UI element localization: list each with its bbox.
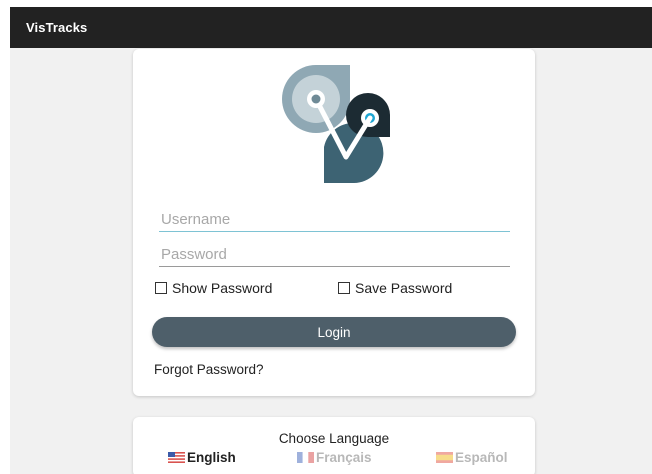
checkbox-icon xyxy=(155,282,167,294)
save-password-checkbox[interactable]: Save Password xyxy=(338,280,452,296)
login-button[interactable]: Login xyxy=(152,317,516,347)
language-option-spanish[interactable]: Español xyxy=(436,450,508,465)
password-input[interactable] xyxy=(159,243,510,267)
app-bar: VisTracks xyxy=(10,7,652,48)
language-label: Español xyxy=(455,450,508,465)
save-password-label: Save Password xyxy=(355,280,453,296)
forgot-password-link[interactable]: Forgot Password? xyxy=(154,362,264,377)
es-flag-icon xyxy=(436,452,453,463)
login-card: Show Password Save Password Login Forgot… xyxy=(133,49,535,396)
fr-flag-icon xyxy=(297,452,314,463)
username-input[interactable] xyxy=(159,208,510,232)
language-label: English xyxy=(187,450,236,465)
us-flag-icon xyxy=(168,452,185,463)
language-card: Choose Language English Français Español xyxy=(133,417,535,474)
app-title: VisTracks xyxy=(26,20,88,35)
checkbox-icon xyxy=(338,282,350,294)
login-screen: VisTracks Show Password Save Password xyxy=(0,0,652,474)
window-edge-left xyxy=(0,0,10,474)
language-option-english[interactable]: English xyxy=(168,450,236,465)
vistracks-logo-icon xyxy=(282,65,390,183)
window-edge-top xyxy=(0,0,652,7)
choose-language-title: Choose Language xyxy=(278,431,390,446)
show-password-checkbox[interactable]: Show Password xyxy=(155,280,272,296)
language-option-french[interactable]: Français xyxy=(297,450,372,465)
show-password-label: Show Password xyxy=(172,280,273,296)
language-label: Français xyxy=(316,450,372,465)
